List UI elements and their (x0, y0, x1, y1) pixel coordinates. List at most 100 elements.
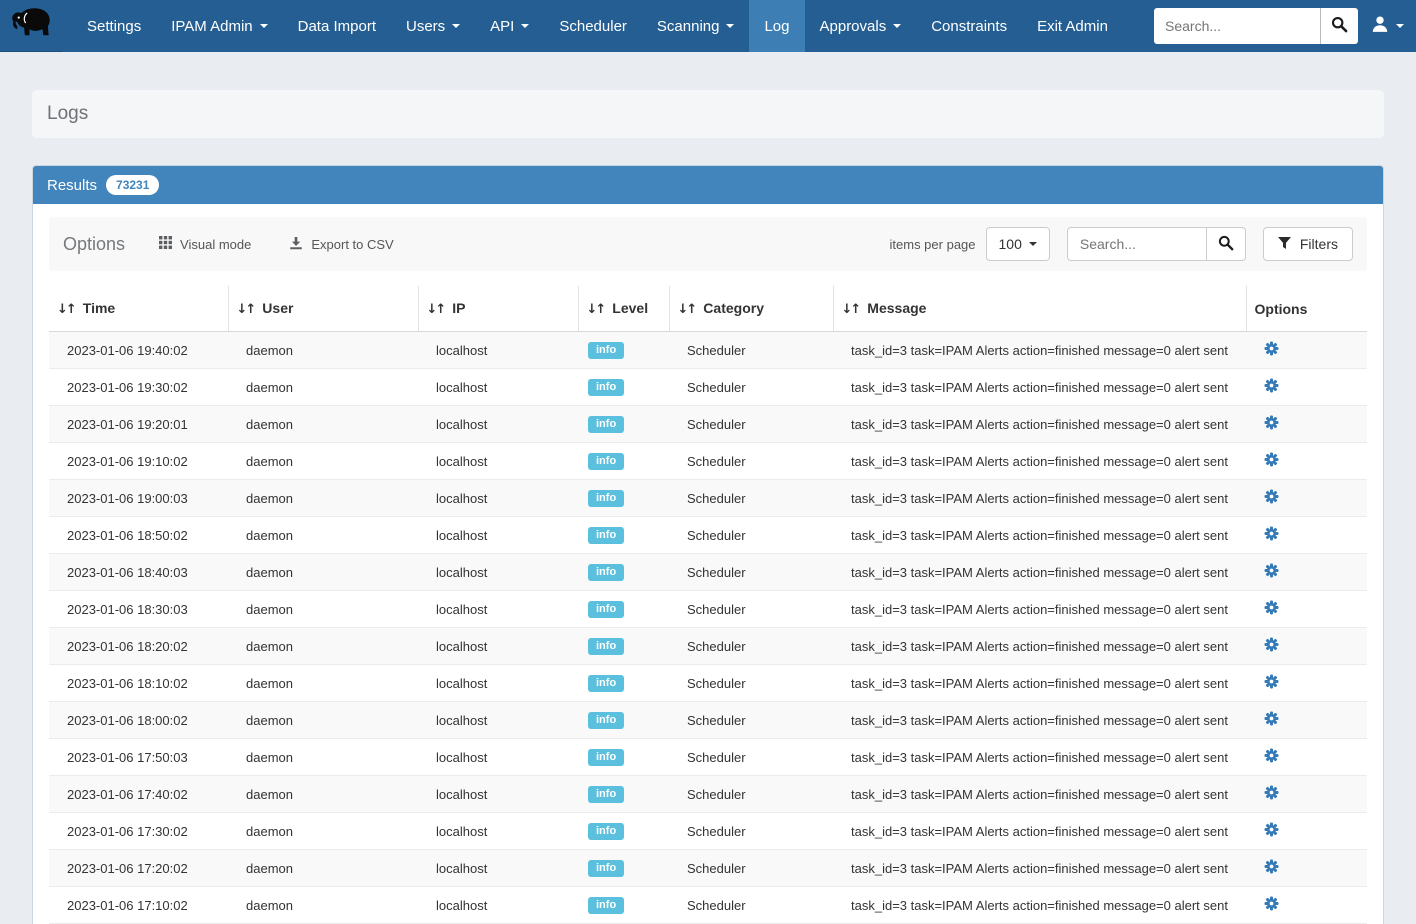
nav-item-label: Exit Admin (1037, 18, 1108, 35)
items-per-page-value: 100 (999, 236, 1022, 252)
column-header-label: User (262, 300, 293, 316)
gear-icon (1264, 896, 1279, 914)
main-menu: Settings IPAM Admin Data Import Users AP… (62, 0, 1123, 52)
level-badge: info (588, 786, 624, 803)
nav-item-exit-admin[interactable]: Exit Admin (1022, 0, 1123, 52)
row-options-button[interactable] (1264, 896, 1279, 914)
column-header-user[interactable]: ↓↑User (228, 286, 418, 332)
row-options-button[interactable] (1264, 711, 1279, 729)
table-row: 2023-01-06 17:50:03 daemon localhost inf… (49, 739, 1367, 776)
row-options-button[interactable] (1264, 674, 1279, 692)
nav-item-ipam-admin[interactable]: IPAM Admin (156, 0, 282, 52)
level-badge: info (588, 897, 624, 914)
log-user: daemon (228, 739, 418, 776)
row-options-button[interactable] (1264, 341, 1279, 359)
nav-item-data-import[interactable]: Data Import (283, 0, 391, 52)
log-category: Scheduler (669, 406, 833, 443)
row-options-button[interactable] (1264, 452, 1279, 470)
log-message: task_id=3 task=IPAM Alerts action=finish… (833, 739, 1246, 776)
log-ip: localhost (418, 332, 578, 369)
table-row: 2023-01-06 19:10:02 daemon localhost inf… (49, 443, 1367, 480)
funnel-icon (1278, 236, 1291, 252)
sort-icon: ↓↑ (57, 302, 75, 317)
table-search-button[interactable] (1207, 227, 1246, 261)
nav-item-settings[interactable]: Settings (72, 0, 156, 52)
row-options-button[interactable] (1264, 785, 1279, 803)
navbar-search-input[interactable] (1154, 8, 1320, 44)
export-csv-button[interactable]: Export to CSV (289, 236, 393, 253)
column-header-label: Message (867, 300, 926, 316)
nav-item-users[interactable]: Users (391, 0, 475, 52)
row-options-button[interactable] (1264, 489, 1279, 507)
nav-item-scanning[interactable]: Scanning (642, 0, 750, 52)
table-row: 2023-01-06 18:30:03 daemon localhost inf… (49, 591, 1367, 628)
table-search-input[interactable] (1067, 227, 1207, 261)
nav-item-scheduler[interactable]: Scheduler (544, 0, 642, 52)
row-options-button[interactable] (1264, 563, 1279, 581)
gear-icon (1264, 859, 1279, 877)
row-options-button[interactable] (1264, 600, 1279, 618)
nav-item-log[interactable]: Log (749, 0, 804, 52)
log-user: daemon (228, 443, 418, 480)
visual-mode-button[interactable]: Visual mode (159, 236, 251, 252)
column-header-level[interactable]: ↓↑Level (578, 286, 669, 332)
log-user: daemon (228, 406, 418, 443)
export-csv-label: Export to CSV (311, 237, 393, 252)
gear-icon (1264, 489, 1279, 507)
column-header-category[interactable]: ↓↑Category (669, 286, 833, 332)
row-options-button[interactable] (1264, 637, 1279, 655)
phpipam-logo[interactable] (0, 0, 62, 52)
filters-button[interactable]: Filters (1263, 227, 1353, 261)
log-message: task_id=3 task=IPAM Alerts action=finish… (833, 887, 1246, 924)
search-icon (1331, 16, 1348, 36)
sort-icon: ↓↑ (587, 302, 605, 317)
nav-item-constraints[interactable]: Constraints (916, 0, 1022, 52)
table-row: 2023-01-06 17:30:02 daemon localhost inf… (49, 813, 1367, 850)
nav-item-approvals[interactable]: Approvals (805, 0, 917, 52)
row-options-button[interactable] (1264, 378, 1279, 396)
table-row: 2023-01-06 19:30:02 daemon localhost inf… (49, 369, 1367, 406)
level-badge: info (588, 823, 624, 840)
column-header-time[interactable]: ↓↑Time (49, 286, 228, 332)
navbar-search (1154, 8, 1358, 44)
log-category: Scheduler (669, 813, 833, 850)
column-header-message[interactable]: ↓↑Message (833, 286, 1246, 332)
elephant-logo-icon (8, 5, 54, 46)
log-time: 2023-01-06 17:50:03 (49, 739, 228, 776)
nav-item-label: IPAM Admin (171, 18, 252, 35)
navbar-search-button[interactable] (1320, 8, 1358, 44)
column-header-label: Category (703, 300, 764, 316)
log-ip: localhost (418, 369, 578, 406)
level-badge: info (588, 416, 624, 433)
nav-item-label: Settings (87, 18, 141, 35)
user-menu[interactable] (1371, 15, 1404, 38)
nav-item-label: Scheduler (559, 18, 627, 35)
table-row: 2023-01-06 17:10:02 daemon localhost inf… (49, 887, 1367, 924)
row-options-button[interactable] (1264, 822, 1279, 840)
column-header-label: IP (452, 300, 465, 316)
gear-icon (1264, 711, 1279, 729)
items-per-page-dropdown[interactable]: 100 (986, 227, 1050, 261)
row-options-button[interactable] (1264, 526, 1279, 544)
top-navbar: Settings IPAM Admin Data Import Users AP… (0, 0, 1416, 52)
log-ip: localhost (418, 517, 578, 554)
table-row: 2023-01-06 19:00:03 daemon localhost inf… (49, 480, 1367, 517)
level-badge: info (588, 601, 624, 618)
row-options-button[interactable] (1264, 415, 1279, 433)
log-user: daemon (228, 665, 418, 702)
log-time: 2023-01-06 18:00:02 (49, 702, 228, 739)
level-badge: info (588, 490, 624, 507)
table-row: 2023-01-06 18:00:02 daemon localhost inf… (49, 702, 1367, 739)
log-user: daemon (228, 887, 418, 924)
log-user: daemon (228, 591, 418, 628)
nav-item-api[interactable]: API (475, 0, 544, 52)
chevron-down-icon (1396, 24, 1404, 28)
level-badge: info (588, 712, 624, 729)
log-user: daemon (228, 332, 418, 369)
log-time: 2023-01-06 18:40:03 (49, 554, 228, 591)
row-options-button[interactable] (1264, 748, 1279, 766)
gear-icon (1264, 600, 1279, 618)
column-header-ip[interactable]: ↓↑IP (418, 286, 578, 332)
log-time: 2023-01-06 19:20:01 (49, 406, 228, 443)
row-options-button[interactable] (1264, 859, 1279, 877)
